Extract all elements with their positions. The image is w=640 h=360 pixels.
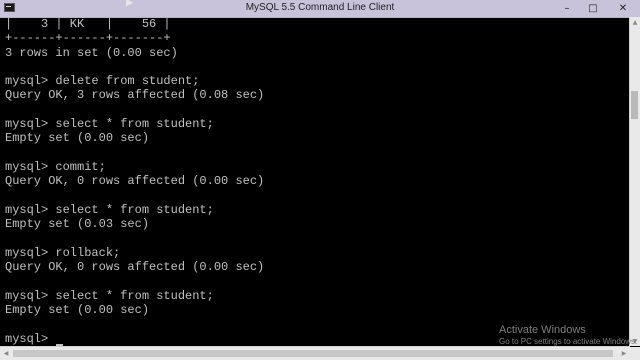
scroll-down-arrow-icon[interactable]: ▼: [630, 336, 640, 346]
console-line: 3 rows in set (0.00 sec): [5, 45, 178, 60]
horizontal-scrollbar[interactable]: ◀ ▶: [0, 346, 630, 360]
console-line: mysql> select * from student;: [5, 202, 214, 217]
console-line: mysql> select * from student;: [5, 288, 214, 303]
window-controls: – □ ✕: [554, 0, 640, 17]
scroll-up-arrow-icon[interactable]: ▲: [630, 17, 640, 27]
minimize-button[interactable]: –: [554, 0, 580, 17]
mysql-prompt: mysql>: [5, 331, 56, 346]
vertical-scrollbar[interactable]: ▲ ▼: [629, 17, 640, 346]
console-window: MySQL 5.5 Command Line Client – □ ✕ | 3 …: [0, 0, 640, 360]
prompt-line[interactable]: mysql>: [5, 332, 625, 346]
console-line: +------+------+-------+: [5, 31, 171, 46]
console-line: mysql> delete from student;: [5, 74, 200, 89]
title-bar[interactable]: MySQL 5.5 Command Line Client – □ ✕: [0, 0, 640, 18]
console-line: Empty set (0.03 sec): [5, 217, 150, 232]
vertical-scroll-thumb[interactable]: [631, 91, 638, 119]
console-output[interactable]: | 3 | KK | 56 | +------+------+-------+ …: [5, 17, 625, 347]
console-line: Empty set (0.00 sec): [5, 131, 150, 146]
close-button[interactable]: ✕: [606, 0, 640, 17]
scrollbar-corner: [630, 347, 640, 360]
console-line: | 3 | KK | 56 |: [5, 17, 171, 31]
console-line: Query OK, 0 rows affected (0.00 sec): [5, 174, 265, 189]
console-line: Query OK, 0 rows affected (0.00 sec): [5, 260, 265, 275]
scroll-right-arrow-icon[interactable]: ▶: [618, 347, 630, 360]
console-line: mysql> rollback;: [5, 245, 121, 260]
window-title: MySQL 5.5 Command Line Client: [245, 2, 395, 13]
scroll-left-arrow-icon[interactable]: ◀: [0, 347, 12, 360]
console-line: Query OK, 3 rows affected (0.08 sec): [5, 88, 265, 103]
horizontal-scroll-thumb[interactable]: [13, 350, 613, 357]
maximize-button[interactable]: □: [580, 0, 606, 17]
console-line: mysql> select * from student;: [5, 117, 214, 132]
console-line: mysql> commit;: [5, 159, 106, 174]
console-line: Empty set (0.00 sec): [5, 302, 150, 317]
